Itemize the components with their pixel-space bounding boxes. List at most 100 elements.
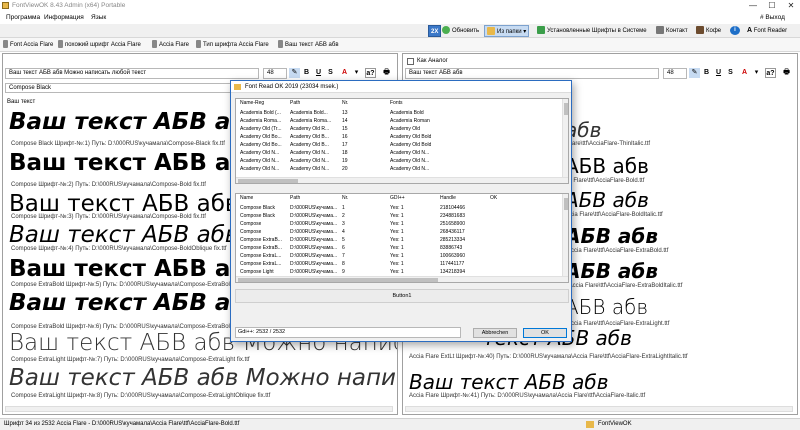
- grid2-col-name[interactable]: Name: [240, 194, 253, 203]
- font-sample-2[interactable]: Ваш текст АБВ абв: [9, 150, 261, 176]
- grid1-row[interactable]: Academy Old (Tr... Academy Old R... 15 Acad…: [236, 125, 568, 133]
- right-print-icon[interactable]: 🖶: [781, 68, 792, 78]
- grid2-row[interactable]: Compose D:\000RUS\кучама... 4 Yes: 1 2684361…: [236, 228, 568, 236]
- print-icon[interactable]: 🖶: [381, 68, 392, 78]
- right-strikeout-button[interactable]: S: [725, 68, 736, 78]
- right-font-sample-3[interactable]: АБВ абв: [565, 188, 649, 212]
- font-handle-grid[interactable]: Name Path Nr. GDI++ Handle OK Compose Bl…: [235, 193, 569, 283]
- menu-language[interactable]: Язык: [91, 14, 106, 21]
- grid1-row[interactable]: Academy Old Bo... Academy Old B... 16 Acade…: [236, 133, 568, 141]
- grid1-vscrollbar[interactable]: [562, 99, 568, 183]
- grid-cell: Academy Old N...: [240, 166, 280, 172]
- grid2-row[interactable]: Compose ExtraL... D:\000RUS\кучама... 7 Yes…: [236, 252, 568, 260]
- contact-button[interactable]: Контакт: [656, 25, 688, 37]
- grid2-row[interactable]: Compose Black D:\000RUS\кучама... 2 Yes: 1 2…: [236, 212, 568, 220]
- bold-button[interactable]: B: [301, 68, 312, 78]
- maximize-button[interactable]: ☐: [763, 0, 781, 12]
- menu-info[interactable]: Информация: [44, 14, 84, 21]
- tab-similar-font[interactable]: похожий шрифт Accia Flare: [58, 39, 141, 51]
- grid2-row[interactable]: Compose ExtraB... D:\000RUS\кучама... 5 Yes…: [236, 236, 568, 244]
- grid2-vscrollbar[interactable]: [562, 194, 568, 282]
- right-bold-button[interactable]: B: [701, 68, 712, 78]
- twox-button[interactable]: 2X: [428, 25, 442, 37]
- grid1-row[interactable]: Academy Old N... Academy Old N... 18 Academ…: [236, 149, 568, 157]
- right-underline-button[interactable]: U: [713, 68, 724, 78]
- strikeout-button[interactable]: S: [325, 68, 336, 78]
- coffee-icon: [696, 26, 704, 35]
- font-caption-1: Compose Black Шрифт-№:1) Путь: D:\000RUS…: [11, 141, 225, 147]
- grid1-row[interactable]: Academy Old N... Academy Old N... 20 Academ…: [236, 165, 568, 173]
- from-folder-button[interactable]: Из папки ▾: [484, 25, 530, 37]
- glyph-map-button[interactable]: a?: [365, 68, 376, 78]
- grid1-row[interactable]: Academia Roma... Academia Roma... 14 Academ…: [236, 117, 568, 125]
- grid1-hscroll-thumb[interactable]: [238, 179, 298, 183]
- grid1-row[interactable]: Academy Old Bo... Academy Old B... 17 Acade…: [236, 141, 568, 149]
- tab-sample-text[interactable]: Ваш текст АБВ абв: [278, 39, 339, 51]
- coffee-button[interactable]: Кофе: [696, 25, 721, 37]
- font-sample-1[interactable]: Ваш текст АБВ абв: [9, 109, 261, 135]
- pen-icon[interactable]: ✎: [289, 68, 300, 78]
- right-font-caption-4: Accia Flare\ttf\AcciaFlare-ExtraBold.ttf: [567, 248, 669, 254]
- grid2-col-path[interactable]: Path: [290, 194, 300, 203]
- grid2-col-handle[interactable]: Handle: [440, 194, 456, 203]
- font-list-grid[interactable]: Name-Reg Path Nr. Fonts Academia Bold (.…: [235, 98, 569, 184]
- right-hscrollbar[interactable]: [405, 406, 793, 412]
- font-size-input[interactable]: 48: [263, 68, 287, 79]
- analog-checkbox[interactable]: [407, 58, 414, 65]
- font-reader-button[interactable]: A Font Reader: [747, 25, 787, 37]
- grid2-row[interactable]: Compose ExtraB... D:\000RUS\кучама... 6 Yes…: [236, 244, 568, 252]
- grid1-col-fonts[interactable]: Fonts: [390, 99, 403, 108]
- grid-cell: 2: [342, 213, 345, 219]
- underline-button[interactable]: U: [313, 68, 324, 78]
- font-color-icon[interactable]: A: [339, 68, 350, 78]
- right-font-sample-8[interactable]: Ваш текст АБВ абв: [409, 370, 609, 394]
- tab-font-name[interactable]: Font Accia Flare: [3, 39, 53, 51]
- menu-program[interactable]: Программа: [6, 14, 40, 21]
- installed-fonts-button[interactable]: Установленные Шрифты в Системе: [537, 25, 647, 37]
- tab-font-type[interactable]: Тип шрифта Accia Flare: [196, 39, 269, 51]
- right-font-sample-4[interactable]: АБВ абв: [565, 224, 658, 248]
- grid2-col-ok[interactable]: OK: [490, 194, 497, 203]
- right-sample-text-input[interactable]: Ваш текст АБВ абв: [405, 68, 659, 79]
- grid2-vscroll-thumb[interactable]: [564, 198, 568, 210]
- grid2-hscroll-thumb[interactable]: [238, 278, 438, 282]
- minimize-button[interactable]: —: [744, 0, 762, 12]
- grid1-hscrollbar[interactable]: [236, 177, 568, 183]
- grid2-hscrollbar[interactable]: [236, 276, 568, 282]
- grid1-col-path[interactable]: Path: [290, 99, 300, 108]
- info-icon[interactable]: i: [730, 26, 740, 35]
- font-sample-8[interactable]: Ваш текст АБВ абв Можно написа: [9, 365, 397, 391]
- close-button[interactable]: ✕: [782, 0, 800, 12]
- tab-font-family[interactable]: Accia Flare: [152, 39, 189, 51]
- font-sample-5[interactable]: Ваш текст АБВ абв: [9, 256, 261, 282]
- grid2-row[interactable]: Compose Black D:\000RUS\кучама... 1 Yes: 1 2…: [236, 204, 568, 212]
- cancel-button[interactable]: Abbrechen: [473, 328, 517, 338]
- right-font-color-icon[interactable]: A: [739, 68, 750, 78]
- color-dropdown-icon[interactable]: ▾: [351, 68, 362, 78]
- right-font-sample-6[interactable]: АБВ абв: [565, 295, 648, 319]
- menu-exit[interactable]: # Выход: [760, 14, 785, 21]
- font-sample-6[interactable]: Ваш текст АБВ абв: [9, 290, 261, 316]
- grid1-row[interactable]: Academy Old N... Academy Old N... 19 Academ…: [236, 157, 568, 165]
- left-hscrollbar[interactable]: [5, 406, 393, 412]
- grid2-col-gdi[interactable]: GDI++: [390, 194, 405, 203]
- grid2-row[interactable]: Compose Light D:\000RUS\кучама... 9 Yes: 1 1…: [236, 268, 568, 276]
- grid1-col-nr[interactable]: Nr.: [342, 99, 348, 108]
- ok-button[interactable]: OK: [523, 328, 567, 338]
- grid1-col-name-reg[interactable]: Name-Reg: [240, 99, 264, 108]
- sample-text-input[interactable]: Ваш текст АБВ абв Можно написать любой т…: [5, 68, 259, 79]
- grid1-row[interactable]: Academia Bold (... Academia Bold... 13 Acad…: [236, 109, 568, 117]
- grid2-col-nr[interactable]: Nr.: [342, 194, 348, 203]
- right-color-dropdown-icon[interactable]: ▾: [751, 68, 762, 78]
- right-pen-icon[interactable]: ✎: [689, 68, 700, 78]
- right-font-sample-2[interactable]: АБВ абв: [565, 154, 649, 178]
- button1[interactable]: Button1: [235, 289, 569, 303]
- font-sample-4[interactable]: Ваш текст АБВ абв: [9, 222, 238, 248]
- refresh-button[interactable]: Обновить: [442, 25, 479, 37]
- grid2-row[interactable]: Compose D:\000RUS\кучама... 3 Yes: 1 2516589…: [236, 220, 568, 228]
- grid1-vscroll-thumb[interactable]: [564, 103, 568, 115]
- right-glyph-map-button[interactable]: a?: [765, 68, 776, 78]
- grid2-row[interactable]: Compose ExtraL... D:\000RUS\кучама... 8 Yes…: [236, 260, 568, 268]
- right-font-sample-5[interactable]: АБВ абв: [565, 259, 658, 283]
- right-font-size-input[interactable]: 48: [663, 68, 687, 79]
